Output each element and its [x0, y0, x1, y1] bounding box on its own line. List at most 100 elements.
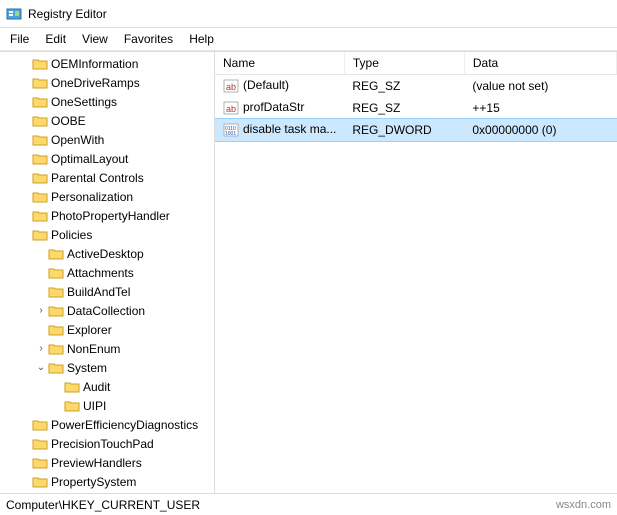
- tree-item-label: UIPI: [83, 399, 106, 413]
- tree-item-label: Explorer: [67, 323, 112, 337]
- value-data: (value not set): [464, 75, 616, 98]
- tree-item-propertysystem[interactable]: PropertySystem: [2, 472, 214, 491]
- tree-item-precisiontouchpad[interactable]: PrecisionTouchPad: [2, 434, 214, 453]
- svg-text:1001: 1001: [225, 131, 236, 137]
- tree-item-personalization[interactable]: Personalization: [2, 187, 214, 206]
- folder-icon: [48, 265, 64, 281]
- svg-text:ab: ab: [226, 104, 236, 114]
- tree-item-label: OneDriveRamps: [51, 76, 140, 90]
- tree-item-label: OEMInformation: [51, 57, 138, 71]
- chevron-right-icon[interactable]: ›: [34, 343, 48, 354]
- content-area: OEMInformation OneDriveRamps OneSettings OO…: [0, 51, 617, 493]
- tree-item-label: Personalization: [51, 190, 133, 204]
- value-row[interactable]: 01101001disable task ma...REG_DWORD0x000…: [215, 119, 617, 141]
- folder-icon: [32, 132, 48, 148]
- tree-item-label: PreviewHandlers: [51, 456, 142, 470]
- statusbar: Computer\HKEY_CURRENT_USER wsxdn.com: [0, 493, 617, 515]
- folder-icon: [48, 360, 64, 376]
- tree-item-proximity[interactable]: Proximity: [2, 491, 214, 493]
- list-pane[interactable]: NameTypeData ab (Default) REG_SZ(value not…: [215, 52, 617, 493]
- folder-icon: [32, 94, 48, 110]
- tree-item-onedriveramps[interactable]: OneDriveRamps: [2, 73, 214, 92]
- chevron-down-icon[interactable]: ⌄: [34, 362, 48, 373]
- value-type: REG_SZ: [344, 75, 464, 98]
- regedit-app-icon: [6, 6, 22, 22]
- value-name: (Default): [243, 78, 289, 92]
- tree-item-label: PhotoPropertyHandler: [51, 209, 170, 223]
- tree-item-openwith[interactable]: OpenWith: [2, 130, 214, 149]
- tree-item-explorer[interactable]: Explorer: [2, 320, 214, 339]
- folder-icon: [48, 284, 64, 300]
- column-header-type[interactable]: Type: [344, 52, 464, 75]
- folder-icon: [32, 436, 48, 452]
- tree-item-label: NonEnum: [67, 342, 120, 356]
- value-row[interactable]: ab (Default) REG_SZ(value not set): [215, 75, 617, 98]
- value-type: REG_SZ: [344, 97, 464, 119]
- tree-item-optimallayout[interactable]: OptimalLayout: [2, 149, 214, 168]
- tree-item-previewhandlers[interactable]: PreviewHandlers: [2, 453, 214, 472]
- folder-icon: [32, 151, 48, 167]
- statusbar-right: wsxdn.com: [556, 499, 611, 511]
- folder-icon: [32, 417, 48, 433]
- tree-item-label: DataCollection: [67, 304, 145, 318]
- value-name: profDataStr: [243, 100, 304, 114]
- value-name: disable task ma...: [243, 122, 336, 136]
- tree-item-buildandtel[interactable]: BuildAndTel: [2, 282, 214, 301]
- tree-item-policies[interactable]: Policies: [2, 225, 214, 244]
- tree-item-photopropertyhandler[interactable]: PhotoPropertyHandler: [2, 206, 214, 225]
- folder-icon: [32, 208, 48, 224]
- menu-help[interactable]: Help: [181, 30, 222, 48]
- tree-pane[interactable]: OEMInformation OneDriveRamps OneSettings OO…: [0, 52, 215, 493]
- tree-item-label: Attachments: [67, 266, 134, 280]
- folder-icon: [32, 170, 48, 186]
- folder-icon: [48, 341, 64, 357]
- titlebar: Registry Editor: [0, 0, 617, 28]
- tree-item-label: OOBE: [51, 114, 86, 128]
- tree-item-label: OpenWith: [51, 133, 104, 147]
- value-row[interactable]: ab profDataStr REG_SZ++15: [215, 97, 617, 119]
- statusbar-path: Computer\HKEY_CURRENT_USER: [6, 498, 200, 512]
- tree-item-nonenum[interactable]: › NonEnum: [2, 339, 214, 358]
- folder-icon: [64, 379, 80, 395]
- tree-item-datacollection[interactable]: › DataCollection: [2, 301, 214, 320]
- folder-icon: [32, 56, 48, 72]
- tree-item-system[interactable]: ⌄ System: [2, 358, 214, 377]
- tree-item-activedesktop[interactable]: ActiveDesktop: [2, 244, 214, 263]
- folder-icon: [64, 398, 80, 414]
- value-data: ++15: [464, 97, 616, 119]
- tree-item-attachments[interactable]: Attachments: [2, 263, 214, 282]
- reg-string-icon: ab: [223, 78, 239, 94]
- folder-icon: [32, 189, 48, 205]
- svg-text:ab: ab: [226, 82, 236, 92]
- tree-item-parental-controls[interactable]: Parental Controls: [2, 168, 214, 187]
- tree-item-audit[interactable]: Audit: [2, 377, 214, 396]
- reg-dword-icon: 01101001: [223, 122, 239, 138]
- column-header-data[interactable]: Data: [464, 52, 616, 75]
- column-header-name[interactable]: Name: [215, 52, 344, 75]
- tree-item-oeminformation[interactable]: OEMInformation: [2, 54, 214, 73]
- menu-favorites[interactable]: Favorites: [116, 30, 181, 48]
- menu-view[interactable]: View: [74, 30, 116, 48]
- tree-item-onesettings[interactable]: OneSettings: [2, 92, 214, 111]
- tree-item-label: BuildAndTel: [67, 285, 130, 299]
- folder-icon: [32, 75, 48, 91]
- folder-icon: [48, 303, 64, 319]
- menu-edit[interactable]: Edit: [37, 30, 74, 48]
- tree-item-label: OptimalLayout: [51, 152, 128, 166]
- value-type: REG_DWORD: [344, 119, 464, 141]
- folder-icon: [32, 455, 48, 471]
- folder-icon: [32, 227, 48, 243]
- reg-string-icon: ab: [223, 100, 239, 116]
- tree-item-label: Parental Controls: [51, 171, 144, 185]
- chevron-right-icon[interactable]: ›: [34, 305, 48, 316]
- tree-item-uipi[interactable]: UIPI: [2, 396, 214, 415]
- tree-item-label: System: [67, 361, 107, 375]
- folder-icon: [32, 493, 48, 494]
- tree-item-label: PrecisionTouchPad: [51, 437, 154, 451]
- tree-item-powerefficiencydiagnostics[interactable]: PowerEfficiencyDiagnostics: [2, 415, 214, 434]
- tree-item-label: ActiveDesktop: [67, 247, 144, 261]
- folder-icon: [32, 113, 48, 129]
- menu-file[interactable]: File: [2, 30, 37, 48]
- folder-icon: [48, 322, 64, 338]
- tree-item-oobe[interactable]: OOBE: [2, 111, 214, 130]
